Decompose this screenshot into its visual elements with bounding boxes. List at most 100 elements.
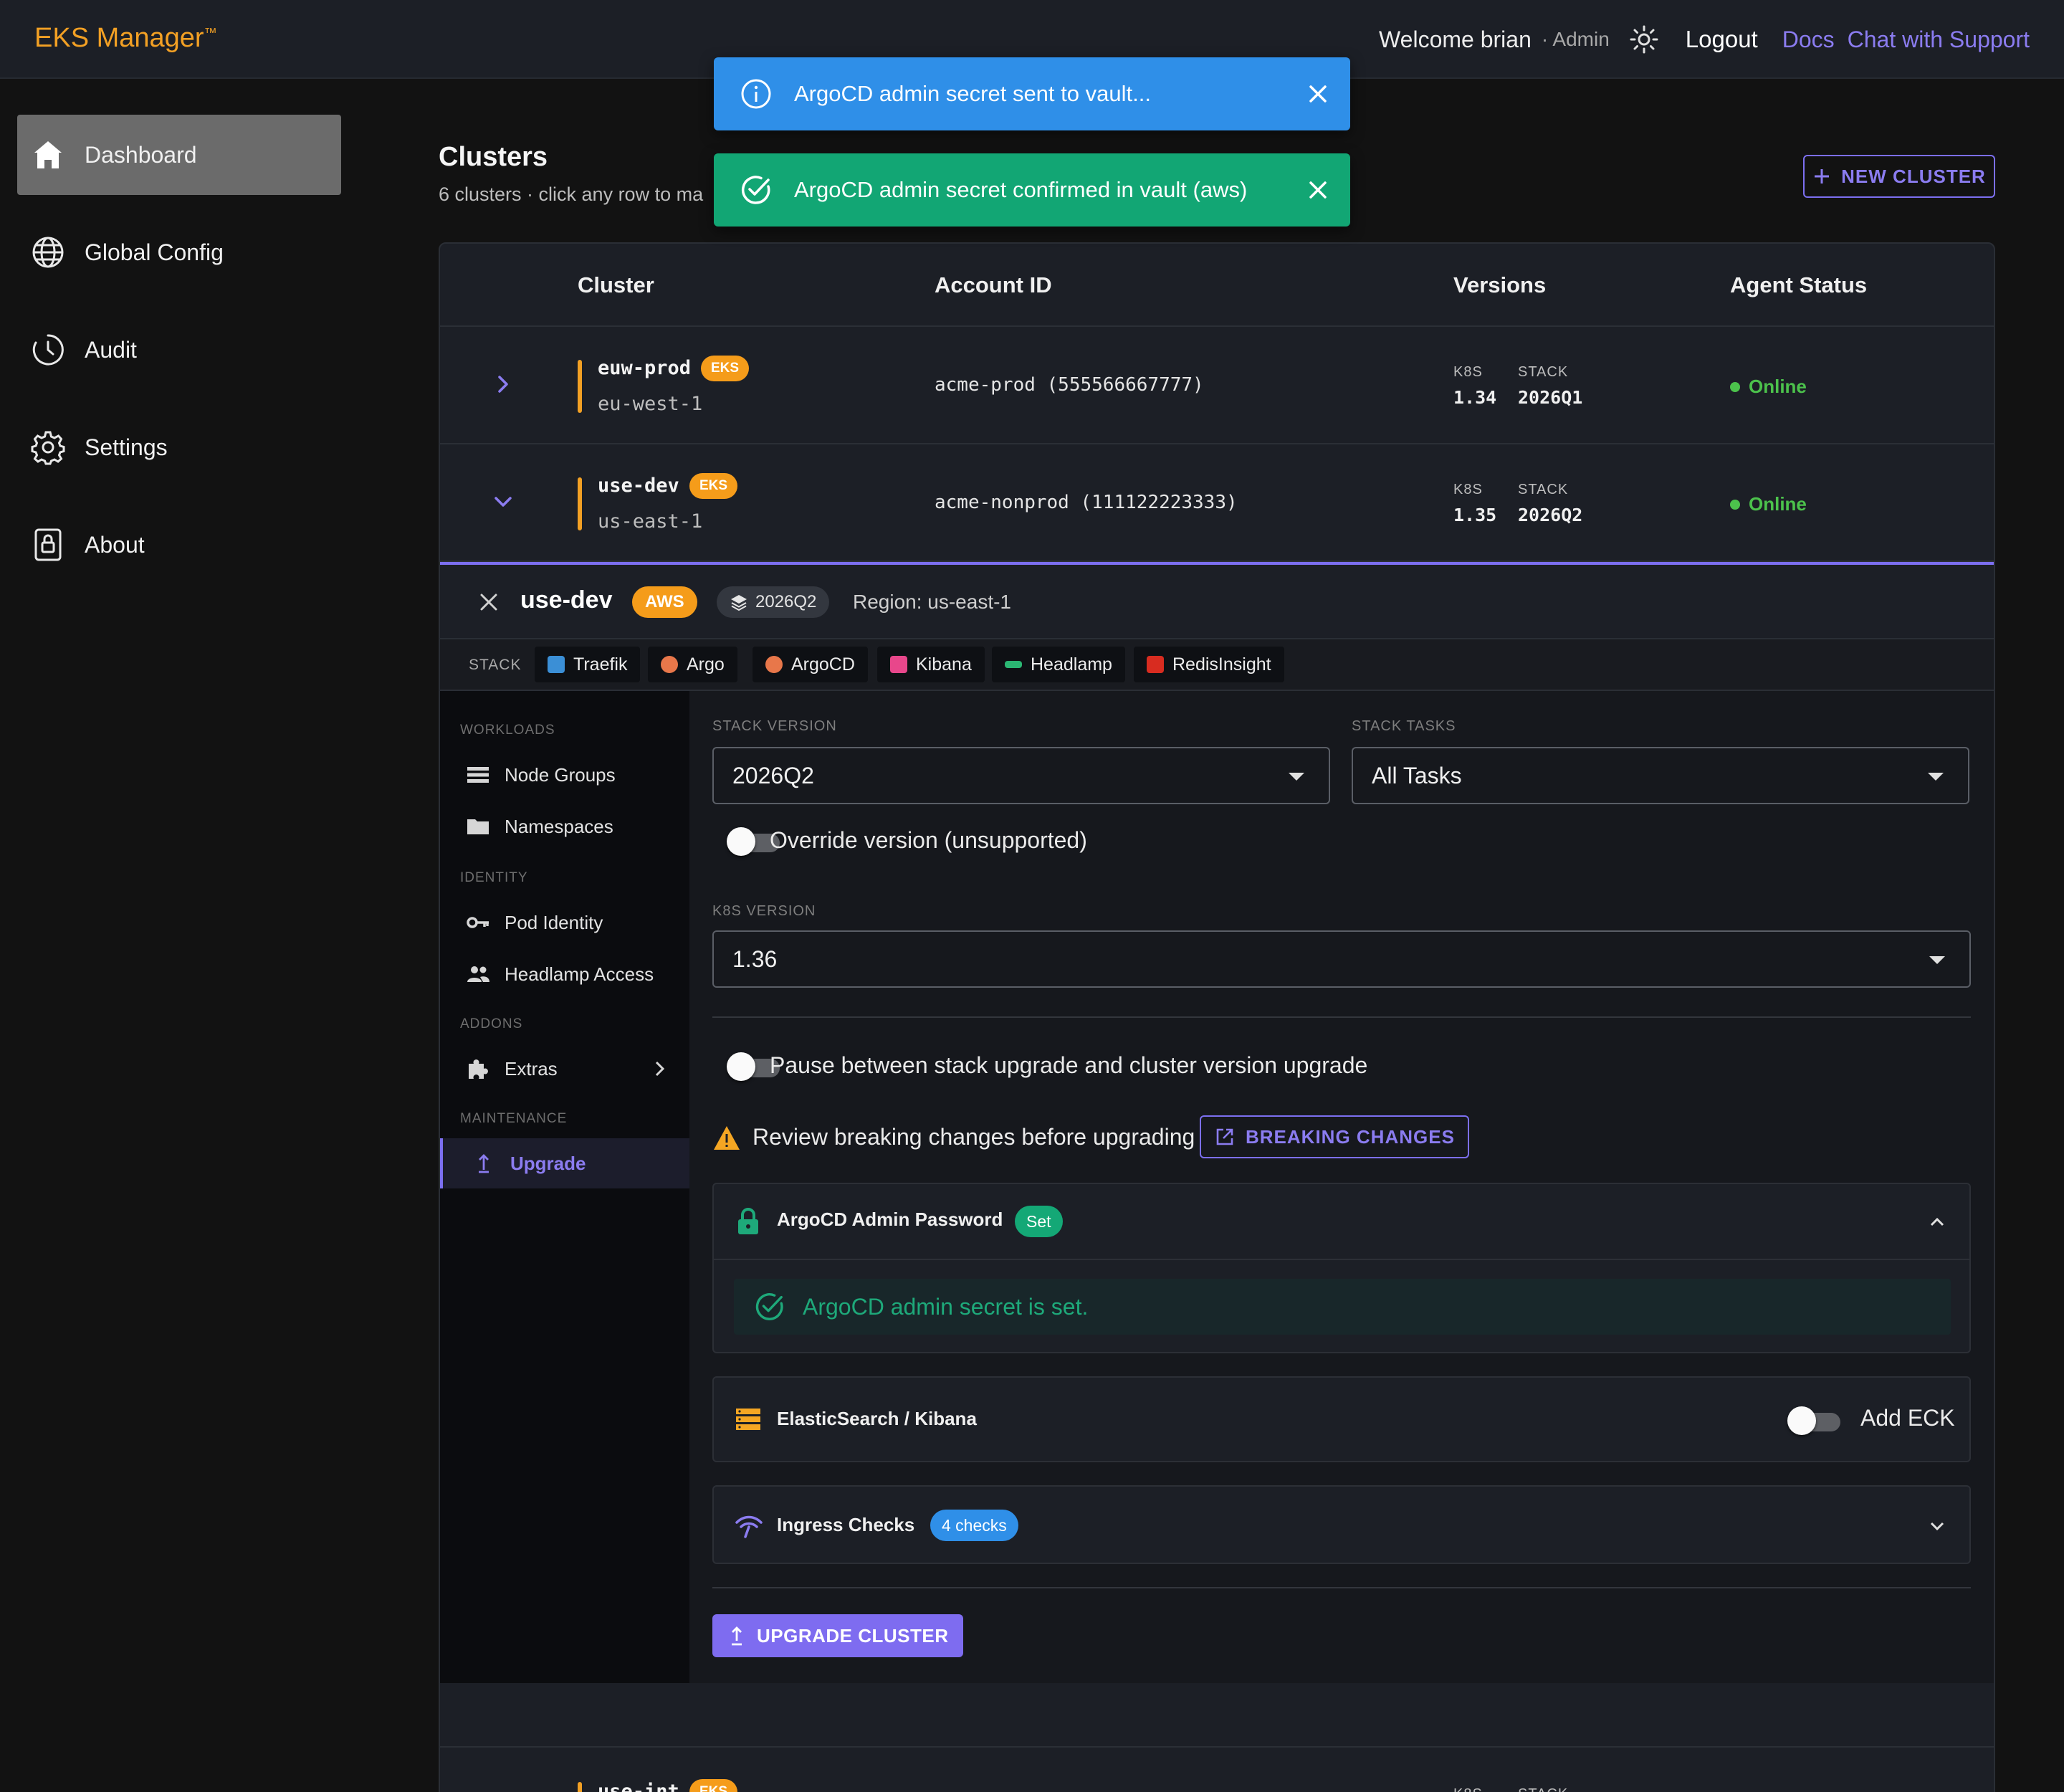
stack-badge: 2026Q2	[717, 586, 830, 618]
sidebar-item-dashboard[interactable]: Dashboard	[17, 115, 341, 195]
check-circle-icon	[755, 1293, 783, 1320]
upgrade-form: STACK VERSION 2026Q2 STACK TASKS All Tas…	[689, 691, 1994, 1683]
chevron-down-icon[interactable]	[489, 487, 517, 516]
warning-text: Review breaking changes before upgrading	[752, 1124, 1195, 1150]
chip-kibana[interactable]: Kibana	[877, 647, 985, 682]
support-link[interactable]: Chat with Support	[1848, 27, 2030, 53]
cluster-type-badge: EKS	[689, 1779, 738, 1792]
upload-arrow-icon	[732, 1626, 742, 1646]
puzzle-icon	[469, 1059, 488, 1079]
app-brand[interactable]: EKS Manager™	[34, 23, 217, 54]
cluster-type-badge: EKS	[701, 356, 750, 381]
stack-tasks-value: All Tasks	[1372, 762, 1462, 788]
chevron-up-icon[interactable]	[1925, 1210, 1949, 1234]
eck-title: ElasticSearch / Kibana	[777, 1408, 977, 1429]
chip-label: ArgoCD	[791, 654, 855, 675]
cluster-table: Cluster Account ID Versions Agent Status…	[439, 242, 1995, 1792]
sidebar-item-audit[interactable]: Audit	[17, 310, 341, 390]
key-icon	[467, 917, 489, 928]
detail-cluster-name: use-dev	[520, 586, 613, 614]
list-icon	[467, 767, 489, 783]
column-header-cluster[interactable]: Cluster	[578, 272, 654, 298]
chip-headlamp[interactable]: Headlamp	[992, 647, 1125, 682]
detail-nav-extras[interactable]: Extras	[440, 1044, 689, 1094]
cluster-region: us-east-1	[598, 510, 703, 533]
upgrade-cluster-label: UPGRADE CLUSTER	[757, 1624, 949, 1646]
detail-nav-label: Pod Identity	[505, 911, 603, 933]
breaking-changes-button[interactable]: BREAKING CHANGES	[1200, 1115, 1469, 1158]
stack-version: 2026Q2	[1518, 505, 1583, 525]
agent-status: Online	[1730, 493, 1807, 515]
globe-icon	[32, 237, 64, 268]
detail-nav-label: Node Groups	[505, 763, 616, 786]
argocd-status-text: ArgoCD admin secret is set.	[803, 1293, 1089, 1320]
table-row[interactable]: use-int EKS K8S STACK	[440, 1746, 1994, 1792]
user-role: · Admin	[1541, 28, 1610, 50]
nav-group-workloads: WORKLOADS	[460, 723, 555, 738]
close-icon[interactable]	[476, 589, 502, 615]
plus-icon	[1815, 169, 1830, 184]
stack-label: STACK	[1518, 1786, 1568, 1792]
detail-nav-node-groups[interactable]: Node Groups	[440, 750, 689, 800]
upgrade-cluster-button[interactable]: UPGRADE CLUSTER	[712, 1614, 963, 1657]
stack-chips-label: STACK	[469, 657, 522, 673]
stack-badge-label: 2026Q2	[755, 592, 817, 611]
ingress-checks-panel[interactable]: Ingress Checks 4 checks	[712, 1485, 1971, 1564]
docs-link[interactable]: Docs	[1782, 27, 1835, 53]
users-icon	[467, 966, 489, 982]
cluster-name: euw-prod	[598, 357, 692, 379]
column-header-versions[interactable]: Versions	[1453, 272, 1546, 298]
chip-argo[interactable]: Argo	[648, 647, 737, 682]
pause-upgrade-label: Pause between stack upgrade and cluster …	[770, 1052, 1368, 1078]
stack-chips-bar: STACK Traefik Argo ArgoCD Kibana Headlam…	[440, 639, 1994, 691]
home-icon	[34, 141, 62, 168]
detail-nav-namespaces[interactable]: Namespaces	[440, 801, 689, 852]
argocd-icon	[765, 656, 783, 673]
add-eck-toggle[interactable]	[1787, 1403, 1842, 1435]
stack-version-select[interactable]: 2026Q2	[712, 747, 1330, 804]
toast-message: ArgoCD admin secret sent to vault...	[794, 81, 1151, 106]
k8s-version-select[interactable]: 1.36	[712, 930, 1971, 988]
chevron-right-icon[interactable]	[489, 370, 517, 399]
detail-nav-headlamp-access[interactable]: Headlamp Access	[440, 949, 689, 999]
sun-icon[interactable]	[1630, 25, 1658, 54]
breaking-changes-label: BREAKING CHANGES	[1246, 1125, 1455, 1148]
k8s-version: 1.34	[1453, 387, 1497, 408]
table-row[interactable]: euw-prod EKS eu-west-1 acme-prod (555566…	[440, 327, 1994, 444]
chip-redisinsight[interactable]: RedisInsight	[1134, 647, 1284, 682]
cluster-detail-panel: use-dev AWS 2026Q2 Region: us-east-1 STA…	[440, 562, 1994, 1683]
headlamp-icon	[1005, 661, 1022, 668]
sidebar-item-about[interactable]: About	[17, 505, 341, 585]
chip-label: Traefik	[573, 654, 628, 675]
agent-status: Online	[1730, 376, 1807, 398]
panel-divider	[714, 1259, 1969, 1260]
column-header-account[interactable]: Account ID	[935, 272, 1052, 298]
logout-link[interactable]: Logout	[1686, 26, 1758, 53]
chip-traefik[interactable]: Traefik	[535, 647, 641, 682]
divider	[712, 1016, 1971, 1018]
sidebar-item-global-config[interactable]: Global Config	[17, 212, 341, 292]
new-cluster-button[interactable]: NEW CLUSTER	[1803, 155, 1995, 198]
redisinsight-icon	[1147, 656, 1164, 673]
argo-icon	[661, 656, 678, 673]
sidebar-item-settings[interactable]: Settings	[17, 407, 341, 487]
row-accent-bar	[578, 360, 582, 413]
close-icon[interactable]	[1304, 80, 1332, 108]
close-icon[interactable]	[1304, 176, 1332, 204]
detail-nav-label: Upgrade	[510, 1152, 586, 1174]
welcome-text: Welcome brian	[1379, 26, 1532, 52]
detail-nav-upgrade[interactable]: Upgrade	[440, 1138, 689, 1188]
chip-argocd[interactable]: ArgoCD	[752, 647, 868, 682]
detail-nav: WORKLOADS Node Groups Namespaces IDENTIT…	[440, 691, 689, 1683]
stack-label: STACK	[1518, 364, 1569, 380]
eck-panel: ElasticSearch / Kibana Add ECK	[712, 1376, 1971, 1462]
traefik-icon	[548, 656, 565, 673]
table-row[interactable]: use-dev EKS us-east-1 acme-nonprod (1111…	[440, 444, 1994, 562]
status-dot	[1730, 381, 1740, 392]
page-subtitle: 6 clusters · click any row to ma	[439, 184, 704, 205]
k8s-version-value: 1.36	[732, 945, 778, 972]
column-header-status[interactable]: Agent Status	[1730, 272, 1867, 298]
chevron-down-icon[interactable]	[1925, 1514, 1949, 1538]
stack-tasks-select[interactable]: All Tasks	[1352, 747, 1969, 804]
detail-nav-pod-identity[interactable]: Pod Identity	[440, 897, 689, 948]
